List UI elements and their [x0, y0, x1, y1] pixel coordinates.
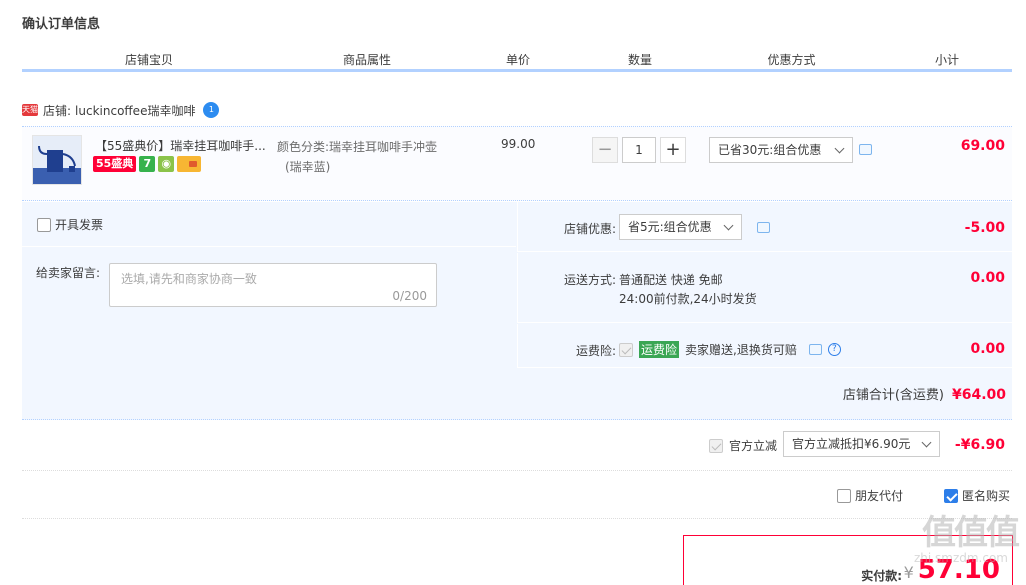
product-title-link[interactable]: 【55盛典价】瑞幸挂耳咖啡手... [95, 137, 266, 154]
official-discount-row: 官方立减 官方立减抵扣¥6.90元 -¥6.90 [22, 421, 1012, 471]
help-icon[interactable]: ? [827, 343, 841, 356]
message-placeholder: 选填,请先和商家协商一致 [121, 272, 257, 286]
item-subtotal: 69.00 [960, 138, 1005, 154]
shop-discount-select[interactable]: 省5元:组合优惠 [619, 214, 742, 240]
order-details-panel: 开具发票 给卖家留言: 选填,请先和商家协商一致 0/200 店铺优惠: 省5元… [22, 202, 1012, 420]
guarantee-icon: ◉ [158, 156, 175, 172]
anonymous-label: 匿名购买 [962, 489, 1011, 503]
header-discount: 优惠方式 [767, 53, 816, 67]
shop-total: 店铺合计(含运费) ¥64.00 [843, 384, 1006, 403]
pay-label: 实付款: [861, 569, 902, 583]
seven-day-return-icon: 7 [139, 156, 156, 172]
increase-button[interactable]: + [660, 137, 686, 163]
header-shop-item: 店铺宝贝 [124, 53, 173, 67]
anonymous-checkbox[interactable] [944, 488, 958, 503]
fees-section: 店铺优惠: 省5元:组合优惠 -5.00 运送方式: 普通配送 快递 免邮 24… [517, 202, 1012, 368]
friend-pay-label: 朋友代付 [855, 489, 904, 503]
invoice-checkbox[interactable] [37, 217, 51, 232]
payment-options-row: 朋友代付 匿名购买 [22, 472, 1012, 519]
invoice-label: 开具发票 [55, 218, 104, 232]
product-attributes: 颜色分类:瑞幸挂耳咖啡手冲壶 (瑞幸蓝) [277, 137, 452, 177]
official-discount-label: 官方立减 [729, 439, 778, 453]
shop-label: 店铺: [43, 103, 72, 118]
insurance-text: 卖家赠送,退换货可赔 [685, 343, 797, 357]
attr-line-2: (瑞幸蓝) [285, 160, 331, 174]
message-textarea[interactable]: 选填,请先和商家协商一致 0/200 [109, 263, 437, 307]
unit-price: 99.00 [501, 137, 536, 151]
insurance-chat-icon[interactable] [808, 344, 822, 355]
chat-wangwang-icon[interactable]: 1 [203, 102, 220, 118]
shop-discount-label: 店铺优惠: [563, 222, 616, 236]
shop-discount-row: 店铺优惠: 省5元:组合优惠 -5.00 [517, 202, 1012, 252]
official-discount-checkbox [709, 438, 723, 453]
quantity-stepper: − 1 + [592, 137, 686, 163]
shop-discount-amount: -5.00 [964, 220, 1005, 236]
header-subtotal: 小计 [934, 53, 959, 67]
header-unit-price: 单价 [505, 53, 530, 67]
order-item-row: 【55盛典价】瑞幸挂耳咖啡手... 55盛典 7 ◉ 颜色分类:瑞幸挂耳咖啡手冲… [22, 126, 1012, 201]
card-payment-icon [177, 156, 202, 172]
insurance-checkbox [619, 342, 633, 357]
shop-name-link[interactable]: luckincoffee瑞幸咖啡 [75, 102, 195, 119]
shipping-note: 24:00前付款,24小时发货 [619, 292, 757, 306]
shop-total-label: 店铺合计(含运费) [842, 388, 944, 403]
page-title: 确认订单信息 [22, 17, 101, 32]
pay-currency: ¥ [903, 563, 914, 582]
shop-discount-info-icon[interactable] [757, 222, 770, 233]
insurance-amount: 0.00 [970, 341, 1005, 357]
shipping-label: 运送方式: [563, 273, 616, 287]
shop-row: 天猫 店铺: luckincoffee瑞幸咖啡 1 [22, 101, 220, 119]
watermark-logo: 值值值 [922, 513, 1020, 553]
shipping-amount: 0.00 [970, 270, 1005, 286]
message-label: 给卖家留言: [36, 266, 101, 280]
watermark-url: zhi.smzdm.com [913, 551, 1008, 565]
product-thumbnail[interactable] [32, 135, 82, 185]
insurance-row: 运费险: 运费险 卖家赠送,退换货可赔 ? 0.00 [517, 324, 1012, 368]
invoice-section: 开具发票 [22, 202, 516, 247]
shipping-row: 运送方式: 普通配送 快递 免邮 24:00前付款,24小时发货 0.00 [517, 253, 1012, 323]
discount-info-icon[interactable] [859, 144, 872, 155]
friend-pay-checkbox[interactable] [837, 488, 851, 503]
header-quantity: 数量 [627, 53, 652, 67]
kettle-product-icon [33, 136, 81, 184]
official-discount-select[interactable]: 官方立减抵扣¥6.90元 [783, 431, 940, 457]
tmall-icon: 天猫 [22, 104, 38, 116]
official-discount-amount: -¥6.90 [954, 437, 1005, 453]
freight-insurance-tag: 运费险 [639, 341, 680, 358]
shop-total-amount: ¥64.00 [951, 387, 1006, 403]
decrease-button[interactable]: − [592, 137, 618, 163]
header-attributes: 商品属性 [342, 53, 391, 67]
insurance-label: 运费险: [575, 344, 616, 358]
shipping-method: 普通配送 快递 免邮 [619, 273, 723, 287]
table-headers: 店铺宝贝 商品属性 单价 数量 优惠方式 小计 [22, 52, 1012, 72]
message-char-count: 0/200 [392, 289, 427, 303]
item-discount-select[interactable]: 已省30元:组合优惠 [709, 137, 853, 163]
quantity-input[interactable]: 1 [622, 137, 656, 163]
attr-line-1: 颜色分类:瑞幸挂耳咖啡手冲壶 [277, 140, 438, 154]
sale-55-badge: 55盛典 [93, 156, 137, 172]
product-badges: 55盛典 7 ◉ [93, 156, 202, 172]
